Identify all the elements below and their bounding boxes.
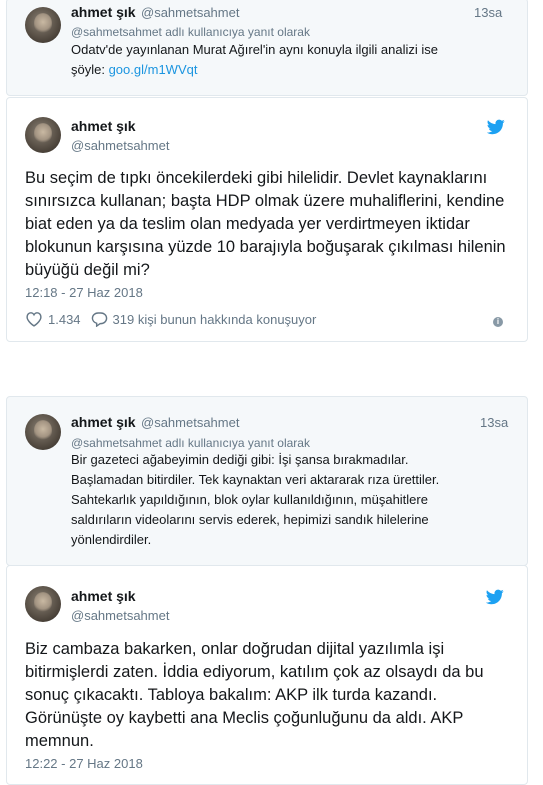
tweet-actions: 1.434 319 kişi bunun hakkında konuşuyor xyxy=(25,311,316,327)
author-name[interactable]: ahmet şık xyxy=(71,4,136,20)
tweet-text-line: bitirmişlerdi zaten. İddia ediyorum, kat… xyxy=(25,663,484,681)
tweet-text-line: blokunun karşısına yüzde 10 barajıyla bo… xyxy=(25,238,506,256)
author-name[interactable]: ahmet şık xyxy=(71,414,136,430)
tweet-text-line: sonuç çıkacaktı. Tabloya bakalım: AKP il… xyxy=(25,686,438,704)
avatar[interactable] xyxy=(25,586,61,622)
tweet-date[interactable]: 12:22 - 27 Haz 2018 xyxy=(25,756,143,771)
tweet-text-line: Biz cambaza bakarken, onlar doğrudan dij… xyxy=(25,640,445,658)
author-name[interactable]: ahmet şık xyxy=(71,588,136,604)
tweet-text: Bu seçim de tıpkı öncekilerdeki gibi hil… xyxy=(25,167,520,282)
avatar[interactable] xyxy=(25,117,61,153)
twitter-bird-icon[interactable] xyxy=(486,589,504,605)
reply-text-line: Odatv'de yayınlanan Murat Ağırel'in aynı… xyxy=(71,42,438,57)
reply-bubble-icon[interactable] xyxy=(91,311,108,327)
reply-text-line: Bir gazeteci ağabeyimin dediği gibi: İşi… xyxy=(71,452,409,467)
replying-to: @sahmetsahmet adlı kullanıcıya yanıt ola… xyxy=(71,436,310,450)
tweet-text-line: sınırsızca kullanan; başta HDP olmak üze… xyxy=(25,192,505,210)
reply-text-line: Sahtekarlık yapıldığının, blok oylar kul… xyxy=(71,492,428,507)
replying-to: @sahmetsahmet adlı kullanıcıya yanıt ola… xyxy=(71,25,310,39)
tweet-text-line: Görünüşte oy kaybetti ana Meclis çoğunlu… xyxy=(25,709,464,727)
tweet-text-line: biat eden ya da teslim olan medyada yer … xyxy=(25,215,470,233)
like-count[interactable]: 1.434 xyxy=(48,312,81,327)
twitter-bird-icon[interactable] xyxy=(487,119,505,135)
main-tweet-card-1[interactable]: ahmet şık @sahmetsahmet Bu seçim de tıpk… xyxy=(6,97,528,342)
author-handle[interactable]: @sahmetsahmet xyxy=(141,5,239,20)
tweet-date[interactable]: 12:18 - 27 Haz 2018 xyxy=(25,285,143,300)
conversation-count[interactable]: 319 kişi bunun hakkında konuşuyor xyxy=(113,312,317,327)
reply-text-line: yönlendirdiler. xyxy=(71,532,152,547)
tweet-text-line: Bu seçim de tıpkı öncekilerdeki gibi hil… xyxy=(25,169,488,187)
info-icon[interactable]: i xyxy=(493,317,503,327)
avatar[interactable] xyxy=(25,7,61,43)
reply-text-line: şöyle: goo.gl/m1WVqt xyxy=(71,60,521,80)
main-tweet-card-2[interactable]: ahmet şık @sahmetsahmet Biz cambaza baka… xyxy=(6,565,528,785)
tweet-text: Biz cambaza bakarken, onlar doğrudan dij… xyxy=(25,638,520,753)
tweet-time[interactable]: 13sa xyxy=(480,415,508,430)
author-name[interactable]: ahmet şık xyxy=(71,118,136,134)
reply-text-line: Başlamadan bitirdiler. Tek kaynaktan ver… xyxy=(71,472,440,487)
avatar[interactable] xyxy=(25,414,61,450)
heart-icon[interactable] xyxy=(25,311,43,327)
short-link[interactable]: goo.gl/m1WVqt xyxy=(109,62,198,77)
reply-text-prefix: şöyle: xyxy=(71,62,109,77)
reply-text: Odatv'de yayınlanan Murat Ağırel'in aynı… xyxy=(71,40,521,80)
reply-tweet-card-2[interactable]: ahmet şık @sahmetsahmet 13sa @sahmetsahm… xyxy=(6,396,528,566)
reply-text: Bir gazeteci ağabeyimin dediği gibi: İşi… xyxy=(71,450,526,550)
reply-tweet-card-1[interactable]: ahmet şık @sahmetsahmet 13sa @sahmetsahm… xyxy=(6,0,528,96)
author-handle[interactable]: @sahmetsahmet xyxy=(71,608,169,623)
author-handle[interactable]: @sahmetsahmet xyxy=(141,415,239,430)
tweet-text-line: memnun. xyxy=(25,732,94,750)
tweet-text-line: büyüğü değil mi? xyxy=(25,261,150,279)
tweet-time[interactable]: 13sa xyxy=(474,5,502,20)
author-handle[interactable]: @sahmetsahmet xyxy=(71,138,169,153)
reply-text-line: saldırıların videolarını servis ederek, … xyxy=(71,512,429,527)
